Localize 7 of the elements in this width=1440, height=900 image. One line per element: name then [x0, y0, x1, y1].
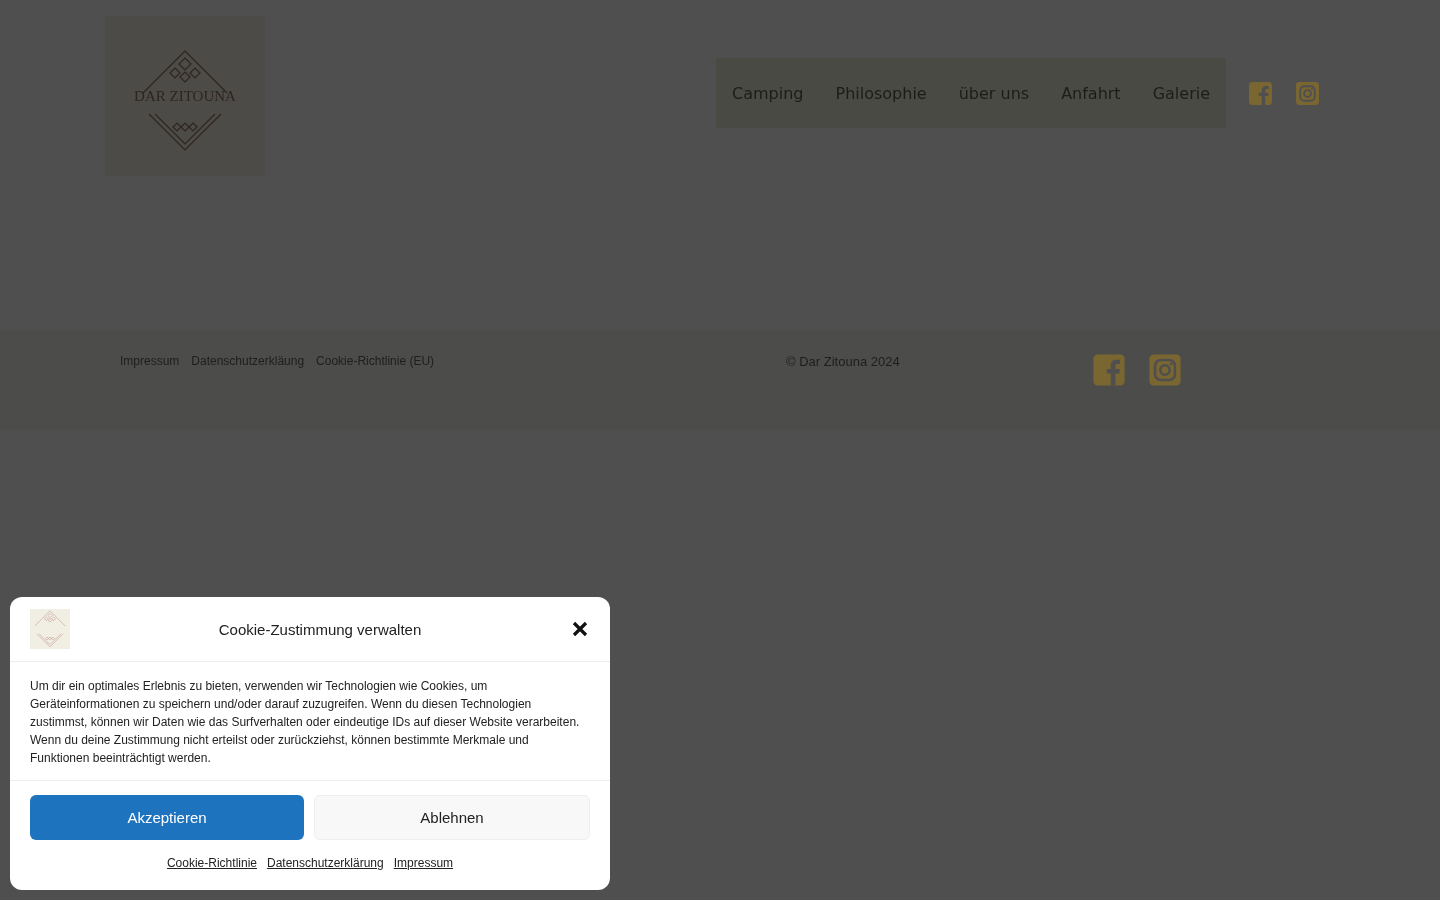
dialog-title: Cookie-Zustimmung verwalten: [217, 620, 423, 638]
policy-link[interactable]: Impressum: [393, 856, 454, 870]
policy-link[interactable]: Cookie-Richtlinie: [166, 856, 257, 870]
accept-button[interactable]: Akzeptieren: [30, 795, 304, 840]
consent-text: Um dir ein optimales Erlebnis zu bieten, verwenden wir Technologien wie Cookies, um Geräteinformationen zu speichern und/oder darauf zuzugreifen. Wenn du diesen Technologien zustimmst, können wir Daten wie das Surfverhalten oder eindeutige IDs auf dieser Website verarbeiten. Wenn du deine Zustimmung nicht erteilst oder zurückziehst, können bestimmte Merkmale und Funktionen beeinträchtigt werden.: [10, 662, 610, 781]
decline-button[interactable]: Ablehnen: [314, 795, 590, 840]
policy-link[interactable]: Datenschutzerklärung: [267, 856, 384, 870]
